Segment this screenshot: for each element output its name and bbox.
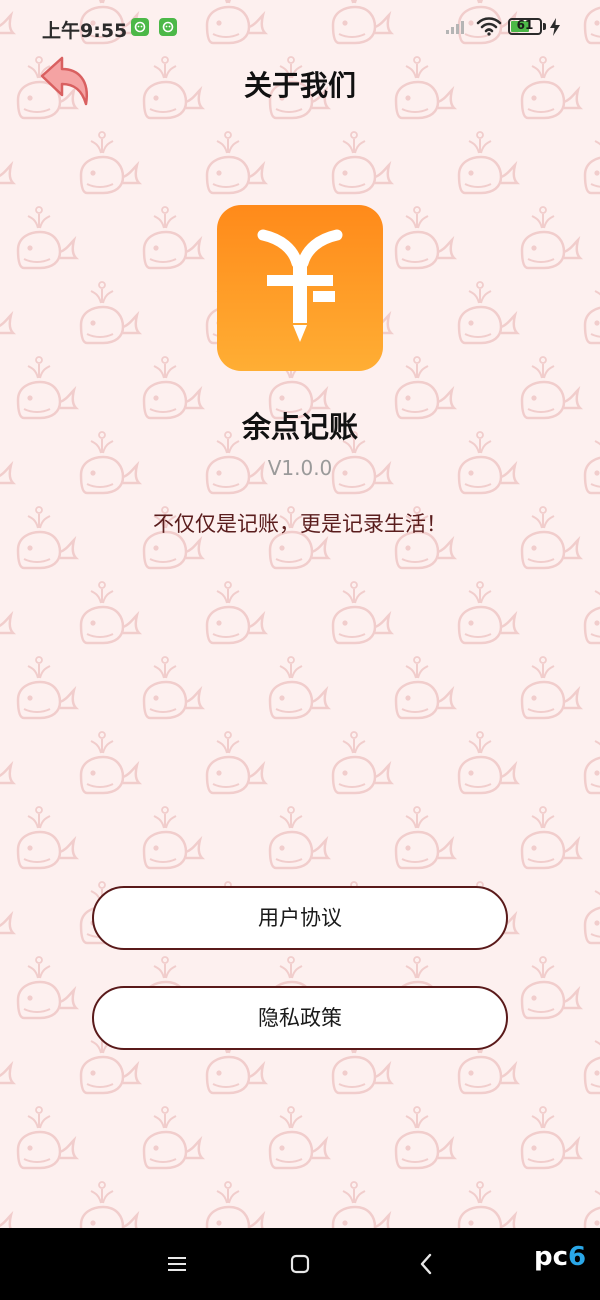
wifi-icon bbox=[476, 17, 502, 36]
user-agreement-button[interactable]: 用户协议 bbox=[92, 886, 508, 950]
app-name: 余点记账 bbox=[241, 410, 358, 444]
battery-cap bbox=[543, 23, 546, 30]
watermark-text: pc bbox=[534, 1242, 569, 1272]
back-icon[interactable] bbox=[419, 1253, 433, 1275]
watermark-number: 6 bbox=[568, 1242, 587, 1272]
back-button[interactable] bbox=[36, 54, 96, 112]
battery-icon: 61 bbox=[508, 18, 542, 35]
system-nav-bar: pc6 bbox=[0, 1228, 600, 1300]
back-arrow-icon bbox=[40, 56, 89, 106]
status-bar: 上午9:55 61 bbox=[0, 0, 600, 54]
app-slogan: 不仅仅是记账，更是记录生活！ bbox=[153, 512, 447, 536]
cellular-signal-icon bbox=[446, 21, 464, 34]
status-time: 上午9:55 bbox=[42, 20, 128, 42]
privacy-policy-button[interactable]: 隐私政策 bbox=[92, 986, 508, 1050]
charging-bolt-icon bbox=[550, 18, 560, 36]
app-notification-icon bbox=[131, 18, 149, 36]
app-version: V1.0.0 bbox=[267, 456, 333, 480]
battery-percent: 61 bbox=[516, 18, 534, 32]
app-logo-icon bbox=[217, 205, 383, 371]
menu-icon[interactable] bbox=[167, 1255, 187, 1273]
site-watermark: pc6 bbox=[534, 1242, 586, 1272]
app-notification-icon bbox=[159, 18, 177, 36]
home-icon[interactable] bbox=[290, 1254, 310, 1274]
